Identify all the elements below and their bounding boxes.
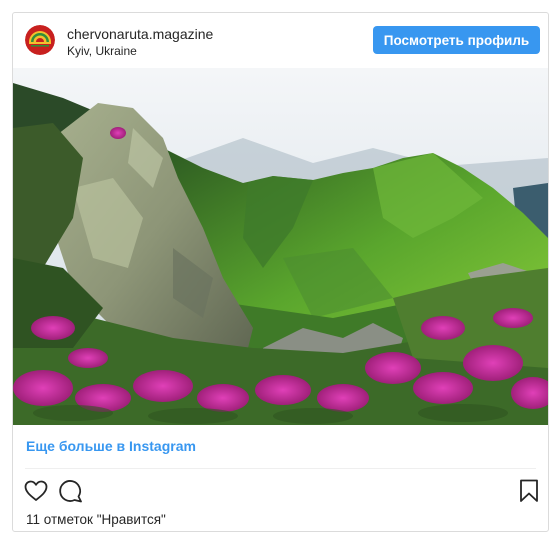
- more-on-instagram-link[interactable]: Еще больше в Instagram: [26, 438, 196, 454]
- mountain-landscape-image: [13, 68, 548, 425]
- instagram-embed-card: chervonaruta.magazine Kyiv, Ukraine Посм…: [12, 12, 549, 532]
- divider: [25, 468, 536, 469]
- view-profile-button[interactable]: Посмотреть профиль: [373, 26, 540, 54]
- heart-icon: [24, 480, 48, 501]
- avatar-logo: [25, 25, 55, 55]
- likes-count[interactable]: 11 отметок "Нравится": [26, 512, 166, 527]
- post-header: chervonaruta.magazine Kyiv, Ukraine Посм…: [13, 13, 548, 69]
- comment-button[interactable]: [58, 478, 84, 504]
- username-link[interactable]: chervonaruta.magazine: [67, 26, 213, 42]
- comment-icon: [59, 480, 82, 503]
- post-photo[interactable]: [13, 68, 548, 425]
- bookmark-icon: [520, 479, 538, 502]
- avatar[interactable]: [25, 25, 55, 55]
- bookmark-button[interactable]: [516, 478, 542, 504]
- location-label: Kyiv, Ukraine: [67, 44, 137, 58]
- like-button[interactable]: [23, 478, 49, 504]
